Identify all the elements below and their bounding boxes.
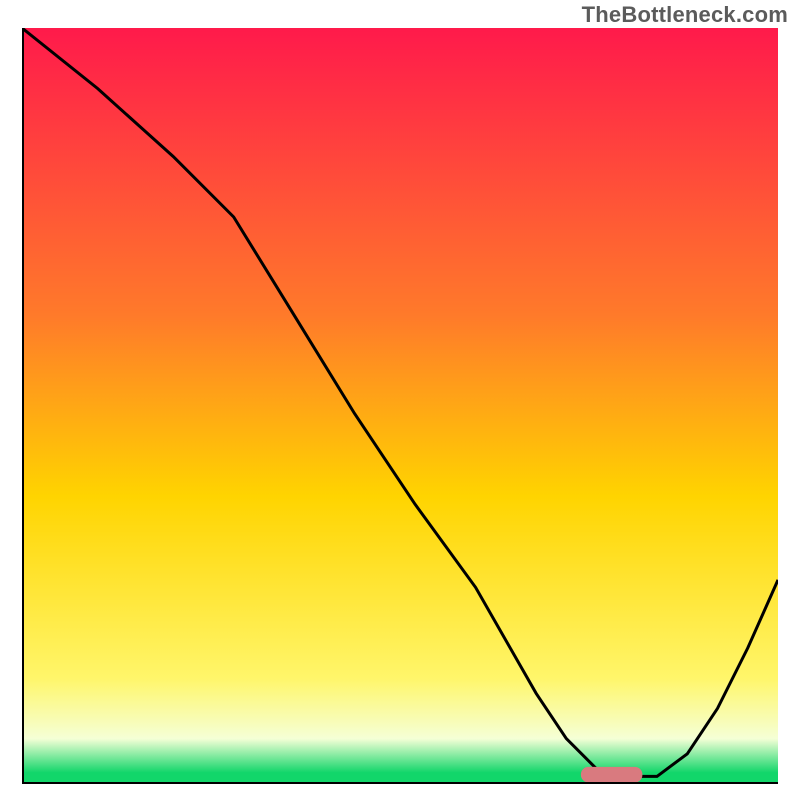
gradient-background (22, 28, 778, 784)
optimal-marker (581, 767, 642, 782)
chart-container: TheBottleneck.com (0, 0, 800, 800)
chart-svg (22, 28, 778, 784)
plot-area (22, 28, 778, 784)
watermark-text: TheBottleneck.com (582, 2, 788, 28)
